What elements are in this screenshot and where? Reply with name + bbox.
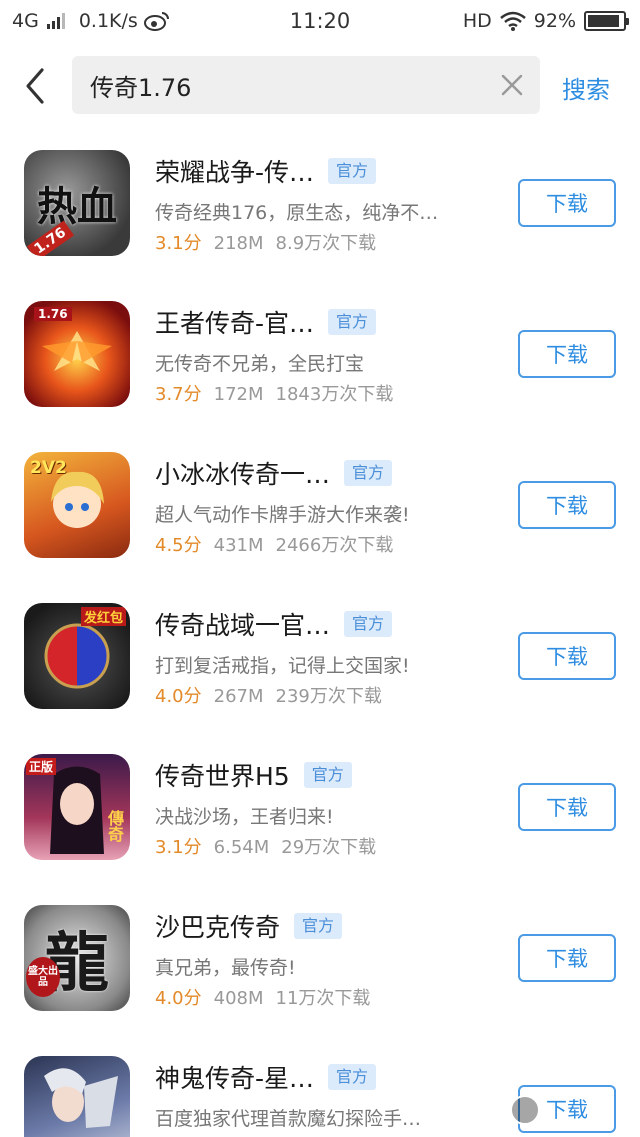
official-badge: 官方: [344, 611, 393, 637]
app-score: 3.1分: [155, 837, 202, 858]
app-meta: 4.0分 408M 11万次下载: [155, 984, 370, 1010]
app-size: 267M: [213, 686, 264, 707]
list-item[interactable]: 龍 盛大出品 沙巴克传奇 官方 真兄弟，最传奇! 4.0分 408M 11万次下载 …: [0, 883, 640, 1034]
warrior-icon: [44, 1068, 118, 1128]
list-item[interactable]: 正版 傳奇 传奇世界H5 官方 决战沙场，王者归来! 3.1分 6.54M 29万次…: [0, 732, 640, 883]
character-icon: [51, 471, 104, 528]
watermark: [510, 1095, 540, 1125]
download-button[interactable]: 下载: [518, 330, 616, 378]
app-name: 荣耀战争-传…: [155, 158, 315, 187]
app-size: 431M: [213, 535, 264, 556]
app-score: 4.0分: [155, 686, 202, 707]
back-arrow-icon[interactable]: [18, 66, 54, 106]
official-badge: 官方: [303, 762, 352, 788]
app-score: 3.7分: [155, 384, 202, 405]
app-icon[interactable]: 龍 盛大出品: [24, 905, 130, 1011]
download-button[interactable]: 下载: [518, 179, 616, 227]
app-description: 无传奇不兄弟，全民打宝: [155, 353, 365, 375]
app-downloads: 29万次下载: [281, 837, 377, 858]
app-name: 小冰冰传奇一…: [155, 460, 331, 489]
official-badge: 官方: [328, 158, 377, 184]
app-description: 超人气动作卡牌手游大作来袭!: [155, 504, 410, 526]
download-button[interactable]: 下载: [518, 934, 616, 982]
phoenix-icon: [42, 331, 112, 371]
list-item[interactable]: 神鬼传奇-星… 官方 百度独家代理首款魔幻探险手… 下载: [0, 1034, 640, 1137]
app-icon[interactable]: 正版 傳奇: [24, 754, 130, 860]
hd-indicator: HD: [462, 10, 492, 32]
official-badge: 官方: [294, 913, 343, 939]
download-button[interactable]: 下载: [518, 783, 616, 831]
battery-percent: 92%: [533, 10, 576, 32]
app-icon[interactable]: [24, 1056, 130, 1137]
search-button[interactable]: 搜索: [562, 70, 610, 105]
app-name: 传奇战域一官…: [155, 611, 331, 640]
official-badge: 官方: [328, 1064, 377, 1090]
watermark-logo-icon: [510, 1095, 540, 1125]
app-score: 3.1分: [155, 233, 202, 254]
app-size: 408M: [213, 988, 264, 1009]
app-description: 决战沙场，王者归来!: [155, 806, 334, 828]
app-downloads: 11万次下载: [275, 988, 371, 1009]
app-icon-tag: 正版: [26, 758, 57, 775]
download-button[interactable]: 下载: [518, 481, 616, 529]
search-input[interactable]: 传奇1.76: [72, 56, 540, 114]
app-downloads: 8.9万次下载: [275, 233, 377, 254]
official-badge: 官方: [344, 460, 393, 486]
app-icon[interactable]: 2V2: [24, 452, 130, 558]
clear-icon[interactable]: [500, 73, 524, 97]
list-item[interactable]: 发红包 传奇战域一官… 官方 打到复活戒指，记得上交国家! 4.0分 267M 23…: [0, 581, 640, 732]
app-name: 王者传奇-官…: [155, 309, 315, 338]
app-downloads: 1843万次下载: [275, 384, 394, 405]
app-name: 沙巴克传奇: [155, 913, 281, 942]
app-description: 百度独家代理首款魔幻探险手…: [155, 1108, 422, 1130]
app-name: 传奇世界H5: [155, 762, 290, 791]
search-query-text: 传奇1.76: [90, 73, 192, 102]
app-icon[interactable]: 发红包: [24, 603, 130, 709]
wifi-icon: [499, 11, 526, 31]
official-badge: 官方: [328, 309, 377, 335]
app-size: 218M: [213, 233, 264, 254]
app-score: 4.0分: [155, 988, 202, 1009]
app-list: 热血 1.76 荣耀战争-传… 官方 传奇经典176，原生态，纯净不… 3.1分…: [0, 128, 640, 1137]
app-description: 真兄弟，最传奇!: [155, 957, 296, 979]
app-downloads: 2466万次下载: [275, 535, 394, 556]
app-score: 4.5分: [155, 535, 202, 556]
download-button[interactable]: 下载: [518, 632, 616, 680]
app-meta: 3.1分 6.54M 29万次下载: [155, 833, 376, 859]
app-description: 打到复活戒指，记得上交国家!: [155, 655, 410, 677]
battery-icon: [584, 11, 629, 31]
app-icon-tag: 盛大出品: [26, 957, 60, 997]
app-icon[interactable]: 热血 1.76: [24, 150, 130, 256]
status-bar: 4G 0.1K/s 11:20 HD 92%: [0, 0, 640, 44]
app-icon-text: 傳奇: [105, 810, 124, 842]
app-size: 6.54M: [213, 837, 270, 858]
app-downloads: 239万次下载: [275, 686, 382, 707]
app-description: 传奇经典176，原生态，纯净不…: [155, 202, 439, 224]
app-meta: 3.1分 218M 8.9万次下载: [155, 229, 376, 255]
list-item[interactable]: 1.76 王者传奇-官… 官方 无传奇不兄弟，全民打宝 3.7分 172M 1843…: [0, 279, 640, 430]
app-name: 神鬼传奇-星…: [155, 1064, 315, 1093]
app-size: 172M: [213, 384, 264, 405]
app-meta: 4.0分 267M 239万次下载: [155, 682, 382, 708]
app-meta: 4.5分 431M 2466万次下载: [155, 531, 393, 557]
app-meta: 3.7分 172M 1843万次下载: [155, 380, 393, 406]
list-item[interactable]: 热血 1.76 荣耀战争-传… 官方 传奇经典176，原生态，纯净不… 3.1分…: [0, 128, 640, 279]
search-header: 传奇1.76 搜索: [0, 44, 640, 128]
app-icon[interactable]: 1.76: [24, 301, 130, 407]
app-icon-tag: 发红包: [80, 607, 126, 626]
list-item[interactable]: 2V2 小冰冰传奇一… 官方 超人气动作卡牌手游大作来袭! 4.5分 431M 24…: [0, 430, 640, 581]
